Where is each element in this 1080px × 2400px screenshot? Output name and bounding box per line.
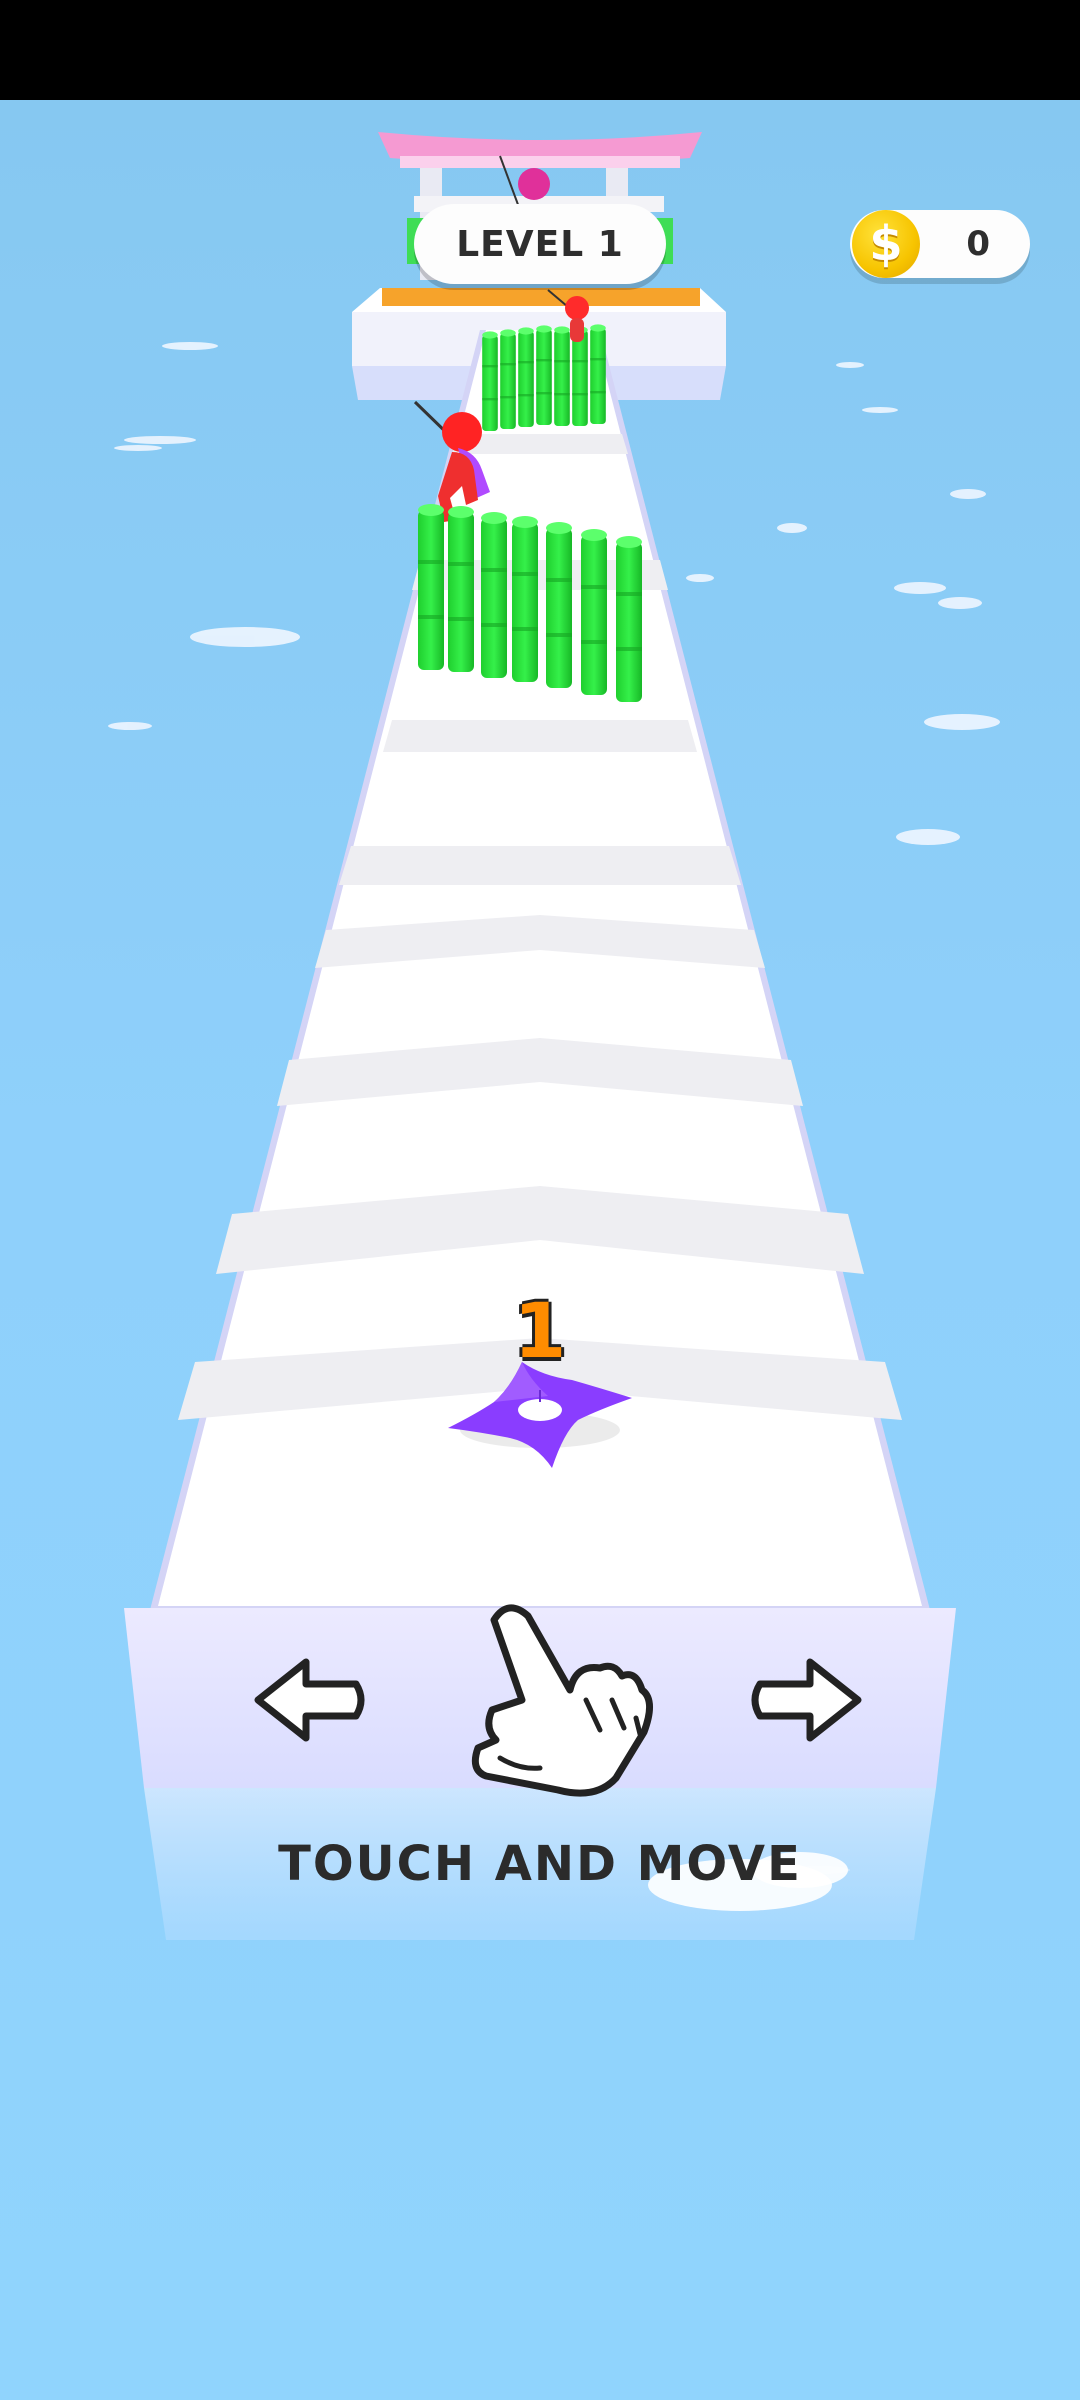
coin-icon: $ <box>852 210 920 278</box>
tutorial-hint: TOUCH AND MOVE <box>278 1836 802 1892</box>
coin-count: 0 <box>966 224 990 264</box>
stack-count: 1 <box>513 1286 567 1375</box>
game-screen[interactable]: LEVEL 1 $ 0 1 TOUCH AND MOVE <box>0 0 1080 2400</box>
level-indicator: LEVEL 1 <box>414 204 666 284</box>
hud: LEVEL 1 $ 0 1 TOUCH AND MOVE <box>0 0 1080 2400</box>
coin-counter: $ 0 <box>850 210 1030 278</box>
